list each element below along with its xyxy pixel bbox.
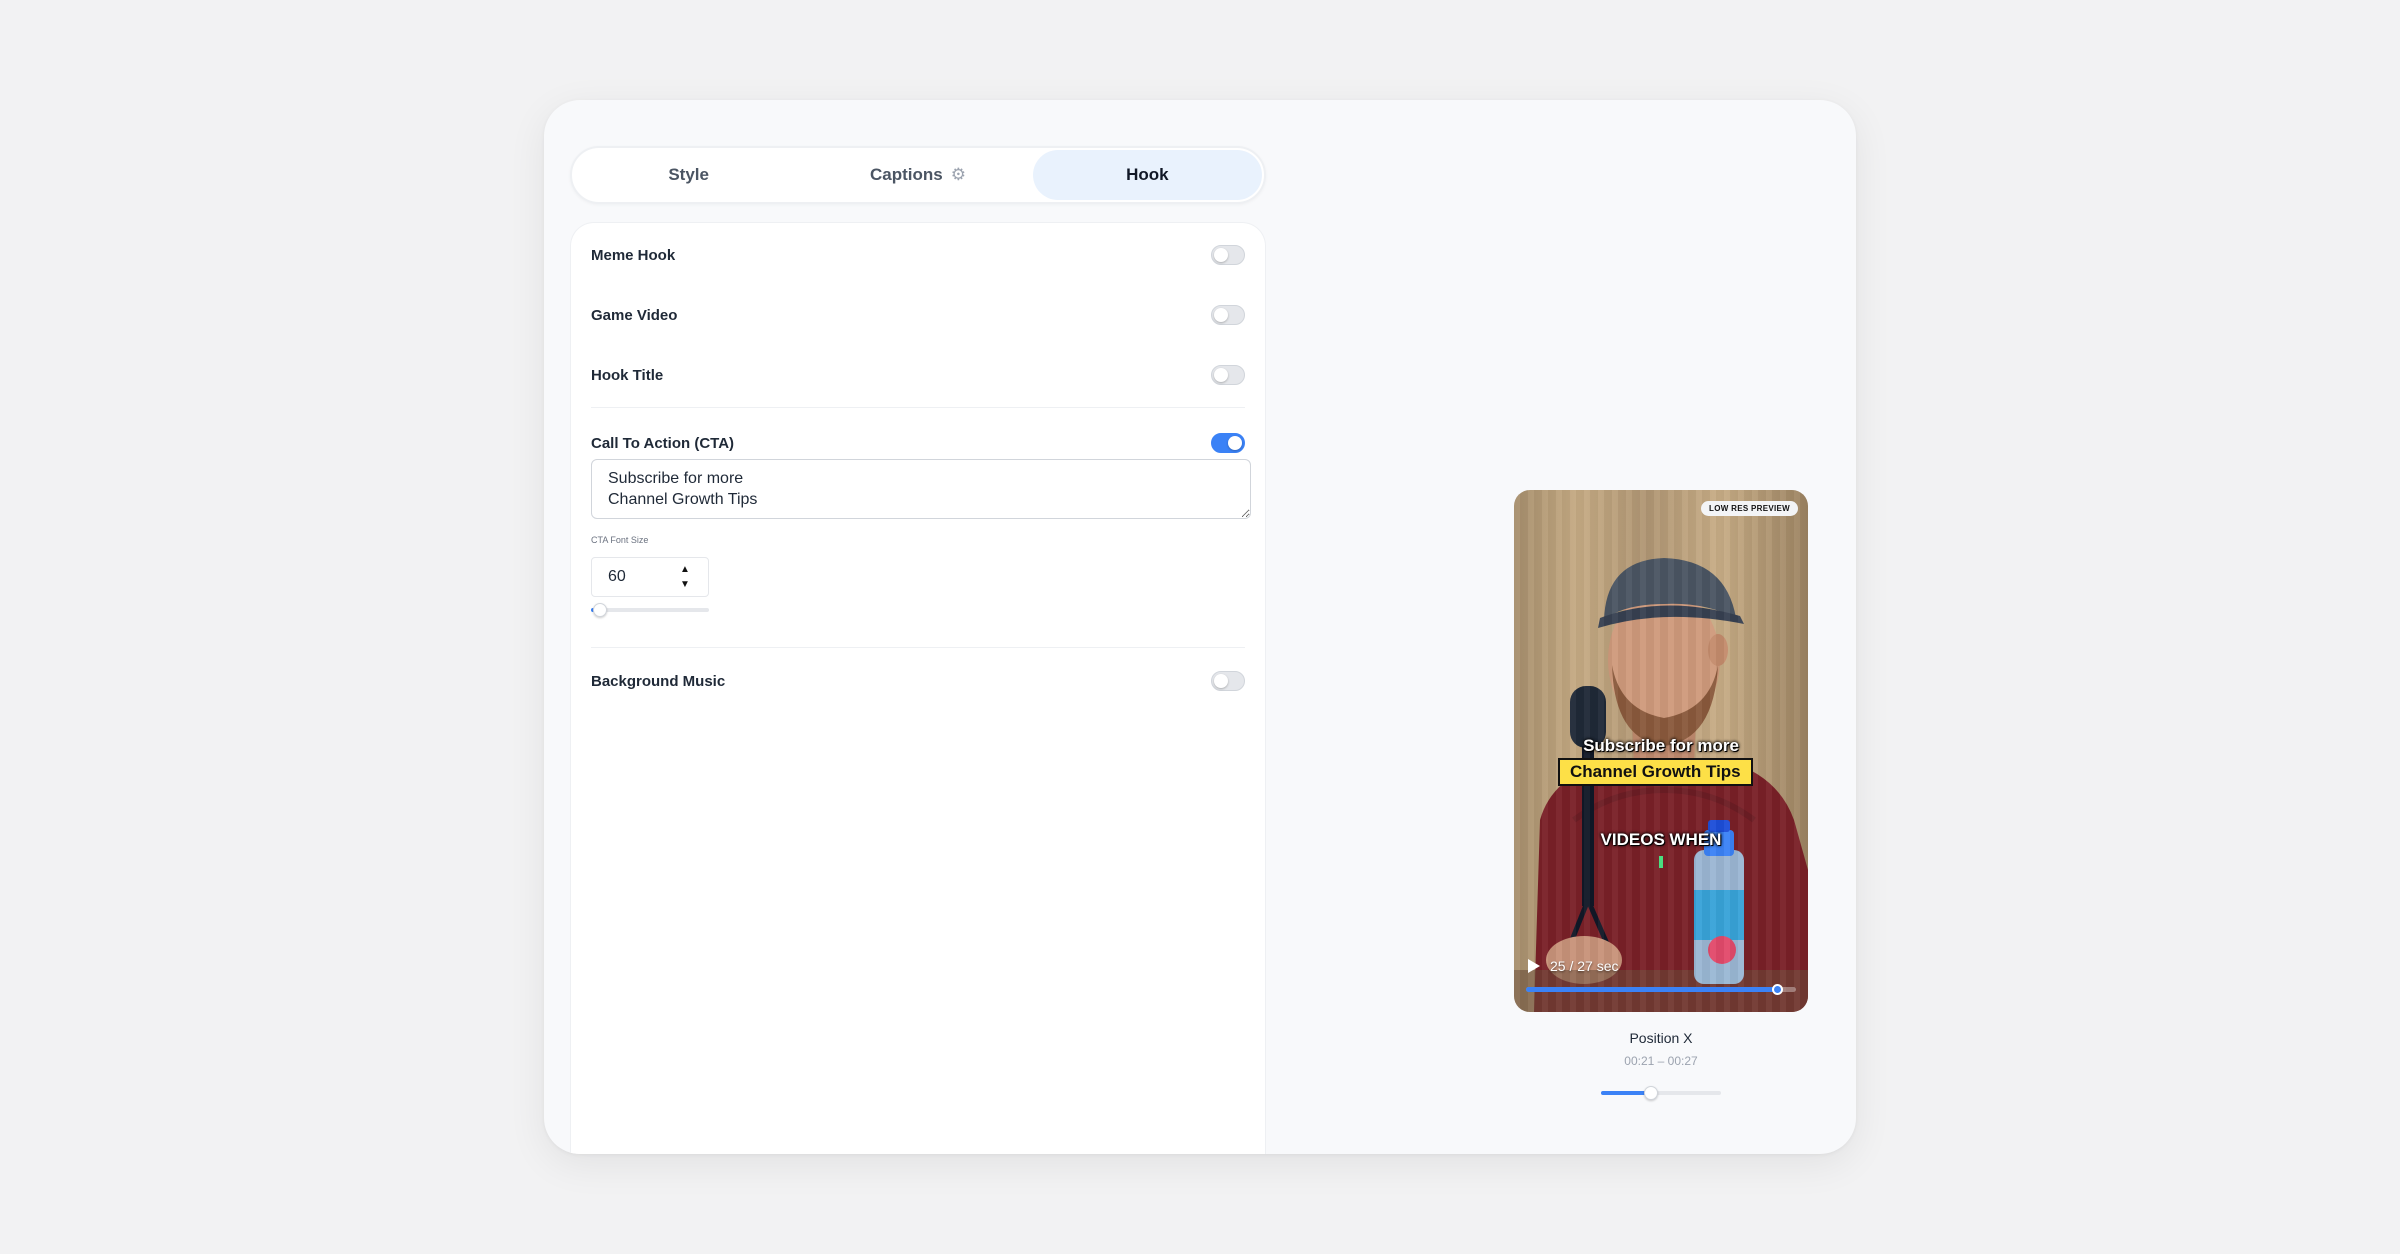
caption-line-2: Channel Growth Tips xyxy=(1558,758,1753,786)
low-res-preview-badge: LOW RES PREVIEW xyxy=(1701,501,1798,516)
divider xyxy=(591,647,1245,648)
progress-fill xyxy=(1526,987,1777,992)
gear-icon[interactable]: ⚙ xyxy=(951,165,966,185)
toggle-knob xyxy=(1214,674,1228,688)
cta-font-size-input[interactable] xyxy=(592,568,674,586)
caption-cursor xyxy=(1659,856,1663,868)
tab-captions-label: Captions xyxy=(870,165,943,184)
cta-textarea[interactable]: Subscribe for more Channel Growth Tips xyxy=(591,459,1251,519)
hook-title-label: Hook Title xyxy=(591,366,664,384)
playback-time: 25 / 27 sec xyxy=(1550,958,1619,974)
toggle-knob xyxy=(1214,308,1228,322)
increment-icon[interactable]: ▲ xyxy=(680,562,690,577)
stepper-arrows: ▲ ▼ xyxy=(680,562,690,592)
playback-controls: 25 / 27 sec xyxy=(1528,958,1619,974)
position-x-label: Position X xyxy=(1629,1030,1693,1046)
game-video-toggle[interactable] xyxy=(1211,305,1245,325)
tab-style-label: Style xyxy=(668,165,709,184)
background-music-row: Background Music xyxy=(591,664,1245,698)
position-x-slider[interactable] xyxy=(1601,1086,1721,1100)
tab-hook-label: Hook xyxy=(1126,165,1169,184)
meme-hook-toggle[interactable] xyxy=(1211,245,1245,265)
progress-thumb[interactable] xyxy=(1771,984,1783,995)
video-preview[interactable]: LOW RES PREVIEW Subscribe for more Chann… xyxy=(1514,490,1808,1012)
position-time-range: 00:21 – 00:27 xyxy=(1624,1054,1698,1068)
game-video-row: Game Video xyxy=(591,298,1245,332)
cta-font-size-stepper[interactable]: ▲ ▼ xyxy=(591,557,709,597)
tab-bar: Style Captions ⚙ Hook xyxy=(570,146,1266,204)
toggle-knob xyxy=(1228,436,1242,450)
tab-captions[interactable]: Captions ⚙ xyxy=(803,150,1032,200)
meme-hook-row: Meme Hook xyxy=(591,238,1245,272)
slider-thumb[interactable] xyxy=(1644,1086,1658,1100)
caption-line-3: VIDEOS WHEN xyxy=(1600,830,1722,849)
hook-title-row: Hook Title xyxy=(591,358,1245,392)
tab-style[interactable]: Style xyxy=(574,150,803,200)
caption-line-1: Subscribe for more xyxy=(1583,736,1739,755)
cta-font-size-slider[interactable] xyxy=(591,603,709,617)
cta-row: Call To Action (CTA) xyxy=(591,426,1245,460)
video-progress-bar[interactable] xyxy=(1526,984,1796,995)
divider xyxy=(591,407,1245,408)
tab-hook[interactable]: Hook xyxy=(1032,150,1262,200)
meme-hook-label: Meme Hook xyxy=(591,246,676,264)
game-video-label: Game Video xyxy=(591,306,678,324)
hook-settings: Meme Hook Game Video Hook Title Call To … xyxy=(570,222,1266,1154)
hook-title-toggle[interactable] xyxy=(1211,365,1245,385)
play-icon[interactable] xyxy=(1528,959,1540,973)
cta-label: Call To Action (CTA) xyxy=(591,434,735,452)
settings-panel: Style Captions ⚙ Hook Meme Hook Game Vid… xyxy=(570,146,1266,1154)
decrement-icon[interactable]: ▼ xyxy=(680,577,690,592)
toggle-knob xyxy=(1214,248,1228,262)
cta-toggle[interactable] xyxy=(1211,433,1245,453)
editor-card: Style Captions ⚙ Hook Meme Hook Game Vid… xyxy=(544,100,1856,1154)
background-music-toggle[interactable] xyxy=(1211,671,1245,691)
cta-font-size-label: CTA Font Size xyxy=(591,535,649,545)
slider-thumb[interactable] xyxy=(593,603,607,617)
toggle-knob xyxy=(1214,368,1228,382)
background-music-label: Background Music xyxy=(591,672,726,690)
